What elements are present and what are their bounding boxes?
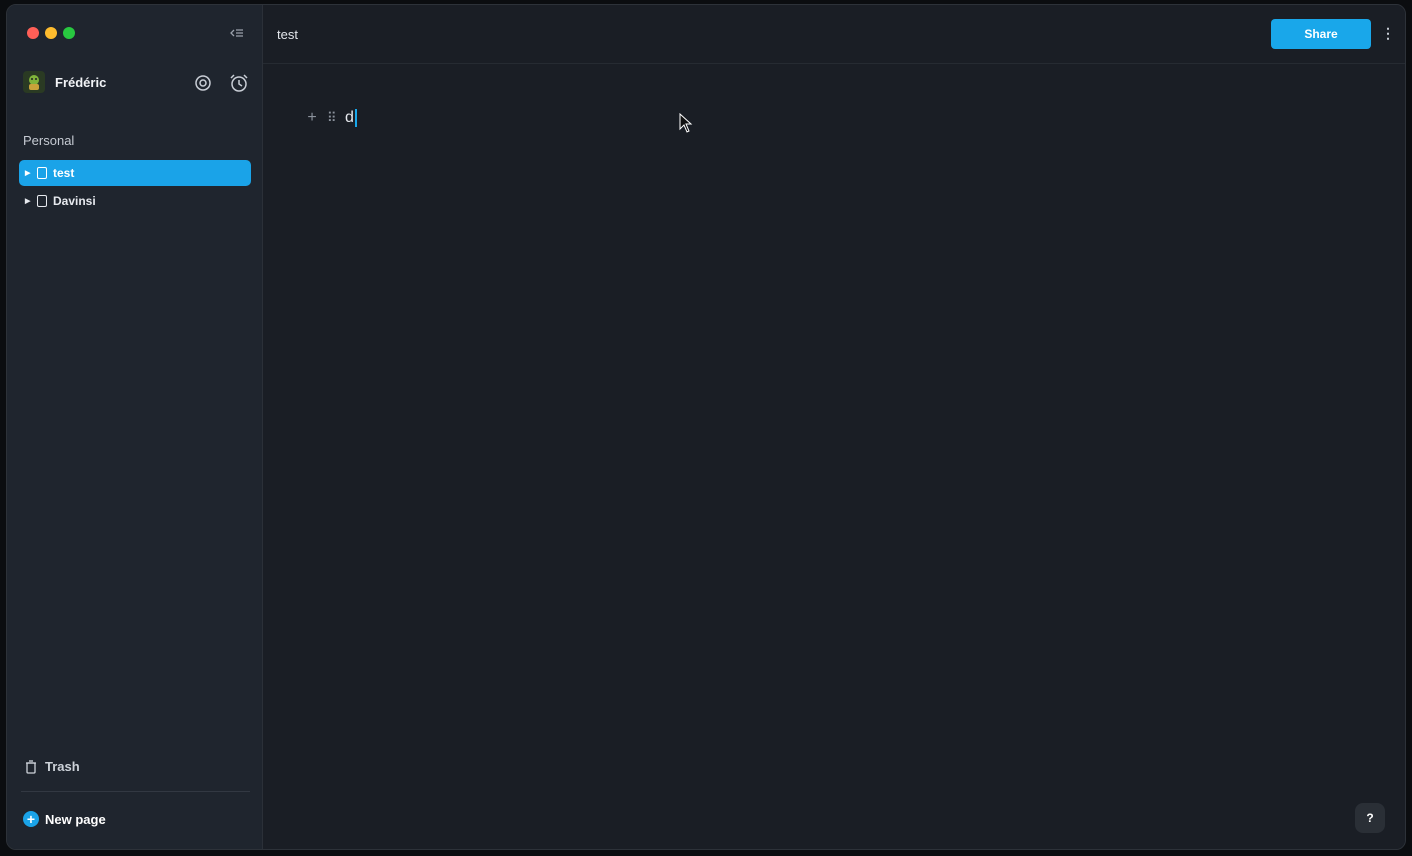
mouse-pointer-icon [679, 112, 693, 138]
drag-handle-icon[interactable]: ⠿ [327, 110, 337, 126]
avatar [23, 71, 45, 93]
sidebar-item-test[interactable]: ▶ test [19, 160, 251, 186]
sidebar: Frédéric Personal ▶ test ▶ Davinsi Trash… [7, 5, 263, 849]
user-name: Frédéric [55, 74, 107, 90]
new-page-button[interactable]: + New page [23, 811, 106, 827]
add-block-icon[interactable]: + [305, 109, 319, 127]
user-profile[interactable]: Frédéric [23, 71, 106, 93]
editor-block: + ⠿ d [305, 109, 357, 127]
app-window: Frédéric Personal ▶ test ▶ Davinsi Trash… [6, 4, 1406, 850]
minimize-window-button[interactable] [45, 27, 57, 39]
page-icon [37, 167, 47, 179]
text-caret [354, 109, 357, 127]
sidebar-item-label: Davinsi [53, 194, 96, 208]
expand-caret-icon[interactable]: ▶ [25, 197, 31, 205]
settings-icon[interactable] [193, 73, 213, 93]
block-text: d [345, 109, 354, 126]
trash-button[interactable]: Trash [25, 759, 80, 774]
maximize-window-button[interactable] [63, 27, 75, 39]
expand-caret-icon[interactable]: ▶ [25, 169, 31, 177]
sidebar-item-label: test [53, 166, 75, 180]
trash-icon [26, 759, 36, 774]
collapse-sidebar-icon[interactable] [229, 25, 245, 41]
sidebar-item-davinsi[interactable]: ▶ Davinsi [19, 188, 251, 214]
alarm-clock-icon[interactable] [229, 73, 249, 93]
share-button[interactable]: Share [1271, 19, 1371, 49]
trash-label: Trash [45, 759, 80, 774]
top-bar: test Share ⋮ [263, 5, 1405, 64]
editor-text-block[interactable]: d [345, 109, 357, 127]
plus-circle-icon: + [23, 811, 39, 827]
divider [21, 791, 250, 792]
help-button[interactable]: ? [1355, 803, 1385, 833]
close-window-button[interactable] [27, 27, 39, 39]
section-personal-label: Personal [23, 133, 75, 148]
main-content: test Share ⋮ + ⠿ d ? [263, 5, 1405, 849]
page-icon [37, 195, 47, 207]
page-title: test [277, 27, 298, 42]
new-page-label: New page [45, 811, 106, 827]
more-options-icon[interactable]: ⋮ [1381, 25, 1395, 42]
window-controls [27, 27, 75, 39]
